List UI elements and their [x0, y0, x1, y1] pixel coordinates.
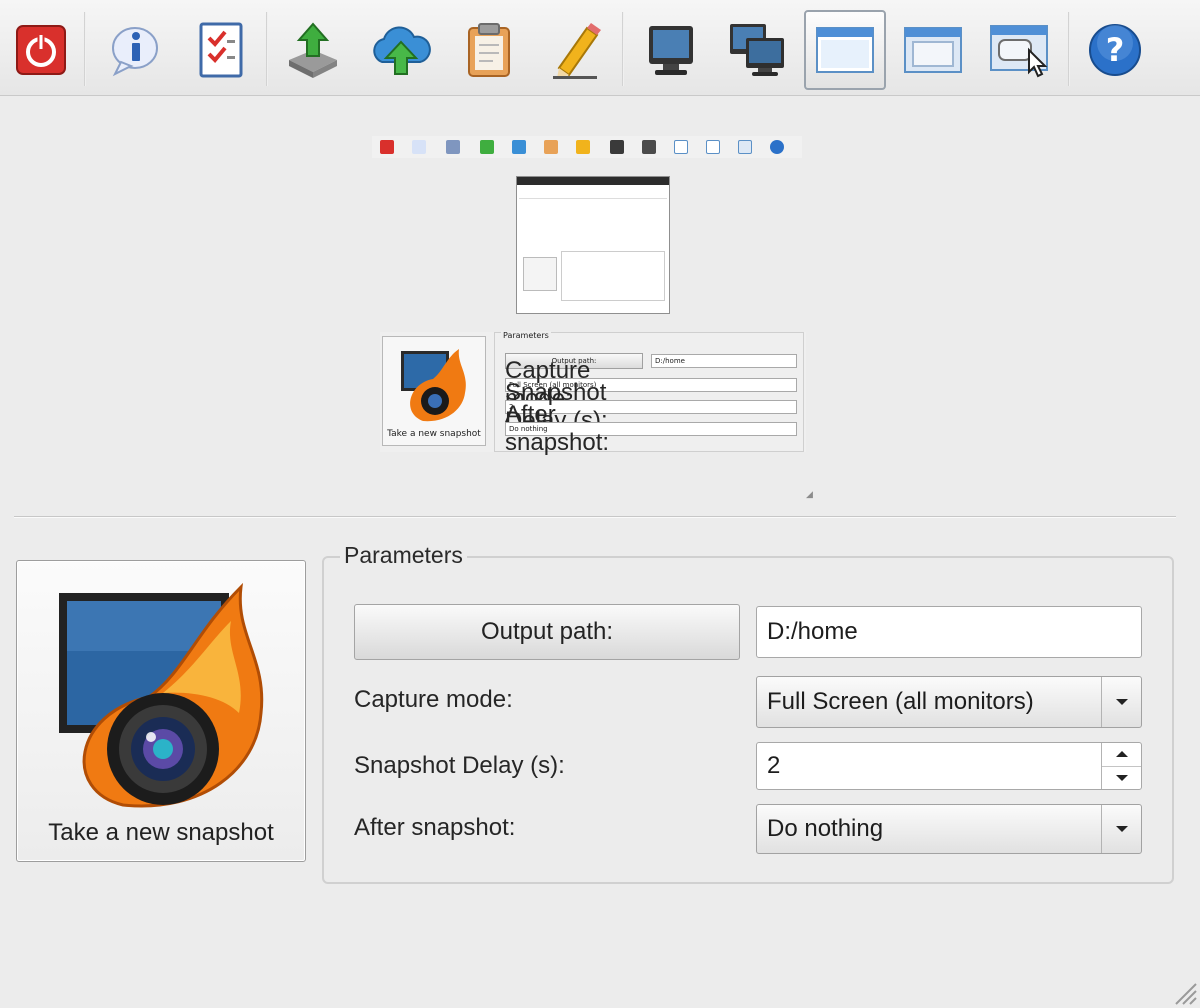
pencil-icon	[553, 23, 601, 79]
checklist-icon	[199, 22, 243, 78]
toolbar-separator	[622, 12, 624, 86]
quit-button[interactable]	[0, 10, 82, 90]
all-monitors-button[interactable]	[716, 10, 798, 90]
preview-resize-grip[interactable]: ◢	[806, 490, 813, 500]
toolbar-separator	[84, 12, 86, 86]
window-frame-icon	[904, 27, 962, 73]
preview-pencil-icon	[576, 140, 590, 154]
window-button[interactable]	[804, 10, 886, 90]
after-snapshot-value: Do nothing	[767, 815, 884, 842]
preview-help-icon	[770, 140, 784, 154]
edit-button[interactable]	[536, 10, 618, 90]
snapshot-delay-value: 2	[767, 752, 781, 779]
pick-window-button[interactable]	[980, 10, 1062, 90]
preview-window-frame-icon	[706, 140, 720, 154]
output-path-field[interactable]: D:/home	[756, 606, 1142, 658]
main-toolbar: ?	[0, 0, 1200, 96]
tasks-button[interactable]	[180, 10, 262, 90]
preview-snapshot-label: Take a new snapshot	[387, 429, 481, 439]
snapshot-delay-spinbox[interactable]: 2	[756, 742, 1142, 790]
svg-text:?: ?	[1106, 31, 1125, 69]
window-cursor-icon	[990, 25, 1048, 78]
cloud-upload-icon	[373, 26, 431, 75]
toolbar-separator	[1068, 12, 1070, 86]
spin-down-icon[interactable]	[1102, 765, 1141, 790]
monitor-icon	[649, 26, 693, 75]
save-download-icon	[289, 22, 337, 78]
preview-cloud-icon	[512, 140, 526, 154]
clipboard-icon	[468, 23, 510, 77]
preview-parameters-title: Parameters	[501, 331, 551, 340]
output-path-button[interactable]: Output path:	[354, 604, 740, 660]
save-button[interactable]	[272, 10, 354, 90]
capture-mode-label: Capture mode:	[354, 686, 513, 713]
help-button[interactable]: ?	[1074, 10, 1156, 90]
upload-button[interactable]	[360, 10, 442, 90]
preview-clipboard-icon	[544, 140, 558, 154]
capture-mode-select[interactable]: Full Screen (all monitors)	[756, 676, 1142, 728]
snapshot-delay-label: Snapshot Delay (s):	[354, 752, 565, 779]
window-region-button[interactable]	[892, 10, 974, 90]
window-icon	[816, 27, 874, 73]
spin-up-icon[interactable]	[1102, 743, 1141, 766]
take-snapshot-label: Take a new snapshot	[48, 819, 274, 846]
resize-grip-icon[interactable]	[1170, 978, 1198, 1006]
copy-button[interactable]	[448, 10, 530, 90]
preview-window-icon	[674, 140, 688, 154]
preview-nested-screenshot	[516, 176, 670, 314]
chevron-down-icon[interactable]	[1101, 805, 1141, 853]
full-screen-button[interactable]	[630, 10, 712, 90]
about-button[interactable]	[92, 10, 174, 90]
help-icon: ?	[1089, 24, 1141, 76]
after-snapshot-select[interactable]: Do nothing	[756, 804, 1142, 854]
toolbar-separator	[266, 12, 268, 86]
spin-buttons	[1101, 743, 1141, 789]
preview-toolbar	[372, 136, 802, 158]
preview-checklist-icon	[446, 140, 460, 154]
preview-after-label: After snapshot:	[505, 401, 610, 456]
after-snapshot-label: After snapshot:	[354, 814, 516, 841]
preview-multi-monitor-icon	[642, 140, 656, 154]
preview-camera-flame-icon	[401, 349, 466, 422]
preview-snapshot-button: Take a new snapshot	[382, 336, 486, 446]
preview-panel: Take a new snapshot Parameters Output pa…	[380, 331, 806, 456]
chevron-down-icon[interactable]	[1101, 677, 1141, 727]
preview-window-cursor-icon	[738, 140, 752, 154]
info-icon	[112, 27, 158, 77]
preview-save-icon	[480, 140, 494, 154]
preview-output-value: D:/home	[651, 354, 797, 368]
capture-mode-value: Full Screen (all monitors)	[767, 688, 1034, 715]
power-icon	[16, 25, 66, 75]
splitter[interactable]	[14, 516, 1176, 518]
preview-info-icon	[412, 140, 426, 154]
preview-power-icon	[380, 140, 394, 154]
preview-monitor-icon	[610, 140, 624, 154]
parameters-title: Parameters	[340, 542, 467, 569]
preview-parameters: Parameters Output path: D:/home Capture …	[494, 331, 804, 456]
snapshot-preview: Take a new snapshot Parameters Output pa…	[0, 96, 1200, 516]
take-snapshot-button[interactable]: Take a new snapshot	[16, 560, 306, 862]
camera-flame-icon	[59, 582, 264, 808]
multi-monitor-icon	[730, 24, 784, 76]
